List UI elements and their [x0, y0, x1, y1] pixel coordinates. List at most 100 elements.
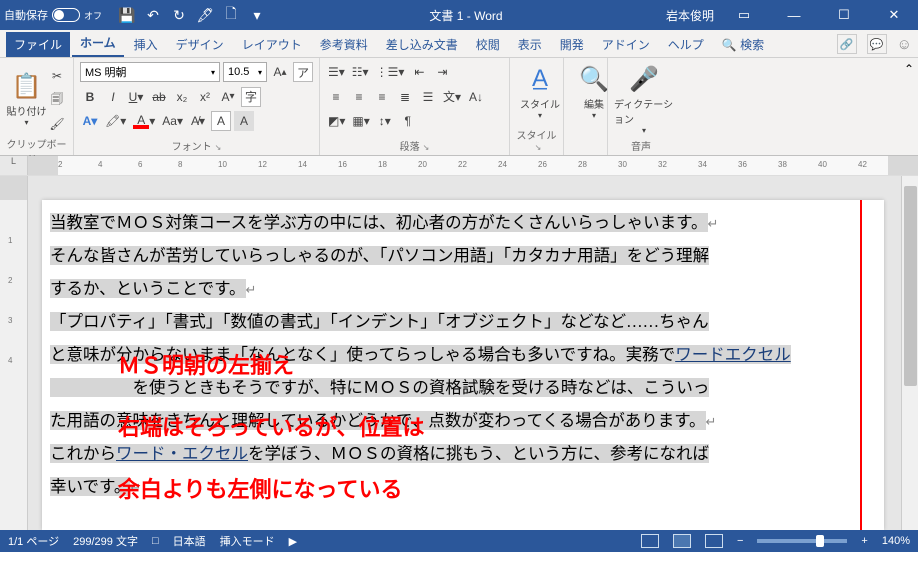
zoom-out-icon[interactable]: − — [737, 535, 743, 547]
tab-insert[interactable]: 挿入 — [126, 32, 166, 57]
align-left-icon[interactable]: ≡ — [326, 87, 346, 107]
dialog-launcher-icon[interactable]: ↘ — [215, 143, 222, 152]
justify-icon[interactable]: ≣ — [395, 87, 415, 107]
qat-icon-1[interactable]: 🖋 — [196, 6, 214, 24]
subscript-icon[interactable]: x₂ — [172, 87, 192, 107]
text-effects-icon[interactable]: A▾ — [80, 111, 100, 131]
tab-review[interactable]: 校閲 — [468, 32, 508, 57]
ruler-mark: 22 — [458, 160, 467, 169]
multilevel-icon[interactable]: ⋮☰▾ — [374, 62, 407, 82]
tab-file[interactable]: ファイル — [6, 32, 70, 57]
char-shading-icon[interactable]: A — [234, 111, 254, 131]
dialog-launcher-icon[interactable]: ↘ — [535, 143, 542, 152]
tab-home[interactable]: ホーム — [72, 30, 124, 57]
tab-help[interactable]: ヘルプ — [660, 32, 712, 57]
strikethrough-icon[interactable]: ab — [149, 87, 169, 107]
format-painter-icon[interactable]: 🖌 — [47, 114, 67, 134]
dialog-launcher-icon[interactable]: ↘ — [423, 143, 430, 152]
dictate-button[interactable]: 🎤 ディクテーション ▾ — [614, 62, 674, 135]
ruler-horizontal[interactable]: L 24681012141618202224262830323436384042 — [0, 156, 918, 176]
find-icon: 🔍 — [579, 62, 609, 96]
hyperlink[interactable]: ワードエクセル — [675, 345, 791, 364]
enclose-chars-icon[interactable]: 字 — [241, 87, 261, 107]
shading-icon[interactable]: ◩▾ — [326, 111, 347, 131]
language-indicator[interactable]: 日本語 — [173, 533, 206, 549]
zoom-slider[interactable] — [757, 539, 847, 543]
comments-icon[interactable]: 💬 — [867, 34, 887, 54]
scrollbar-thumb[interactable] — [904, 186, 917, 386]
styles-group-label: スタイル — [517, 131, 557, 142]
cut-icon[interactable]: ✂ — [47, 66, 67, 86]
increase-indent-icon[interactable]: ⇥ — [432, 62, 452, 82]
clear-format-icon[interactable]: A̸▾ — [188, 111, 208, 131]
phonetic-guide-icon[interactable]: ア — [293, 62, 313, 82]
font-name-combo[interactable]: MS 明朝▾ — [80, 62, 220, 82]
grow-font-icon[interactable]: A▴ — [270, 62, 290, 82]
underline-icon[interactable]: U▾ — [126, 87, 146, 107]
close-icon[interactable]: ✕ — [874, 1, 914, 29]
tab-search[interactable]: 🔍 検索 — [714, 32, 772, 57]
collapse-ribbon-icon[interactable]: ⌃ — [900, 58, 918, 155]
paste-button[interactable]: 📋 貼り付け ▾ — [6, 62, 47, 134]
tab-addins[interactable]: アドイン — [594, 32, 658, 57]
face-icon[interactable]: ☺ — [897, 36, 912, 53]
borders-icon[interactable]: ▦▾ — [350, 111, 371, 131]
tab-view[interactable]: 表示 — [510, 32, 550, 57]
qat-dropdown-icon[interactable]: ▾ — [248, 6, 266, 24]
read-mode-icon[interactable] — [641, 534, 659, 548]
share-icon[interactable]: 🔗 — [837, 34, 857, 54]
tab-layout[interactable]: レイアウト — [234, 32, 310, 57]
distributed-icon[interactable]: ☰ — [418, 87, 438, 107]
align-right-icon[interactable]: ≡ — [372, 87, 392, 107]
italic-icon[interactable]: I — [103, 87, 123, 107]
copy-icon[interactable]: 🗐 — [47, 90, 67, 110]
annotation-1: ＭＳ明朝の左揃え — [118, 348, 294, 380]
bold-icon[interactable]: B — [80, 87, 100, 107]
undo-icon[interactable]: ↶ — [144, 6, 162, 24]
minimize-icon[interactable]: — — [774, 1, 814, 29]
ribbon: 📋 貼り付け ▾ ✂ 🗐 🖌 クリップボード↘ MS 明朝▾ 10.5▾ A▴ … — [0, 58, 918, 156]
word-count[interactable]: 299/299 文字 — [73, 533, 138, 549]
print-layout-icon[interactable] — [673, 534, 691, 548]
zoom-level[interactable]: 140% — [882, 535, 910, 547]
decrease-indent-icon[interactable]: ⇤ — [409, 62, 429, 82]
bullets-icon[interactable]: ☰▾ — [326, 62, 347, 82]
char-border-icon[interactable]: A — [211, 111, 231, 131]
hyperlink[interactable]: ワード・エクセル — [116, 444, 248, 463]
qat-icon-2[interactable]: 🗋 — [222, 6, 240, 24]
ribbon-options-icon[interactable]: ▭ — [724, 1, 764, 29]
vertical-scrollbar[interactable] — [901, 176, 918, 530]
web-layout-icon[interactable] — [705, 534, 723, 548]
show-marks-icon[interactable]: ¶ — [398, 111, 418, 131]
asian-layout-icon[interactable]: 文▾ — [441, 87, 463, 107]
spellcheck-icon[interactable]: □ — [152, 535, 159, 547]
save-icon[interactable]: 💾 — [118, 6, 136, 24]
tab-references[interactable]: 参考資料 — [312, 32, 376, 57]
styles-button[interactable]: A̲ スタイル ▾ — [516, 62, 564, 120]
insert-mode[interactable]: 挿入モード — [220, 533, 275, 549]
ruler-vertical[interactable]: 1 2 3 4 — [0, 176, 28, 530]
sort-icon[interactable]: A↓ — [466, 87, 486, 107]
tab-developer[interactable]: 開発 — [552, 32, 592, 57]
align-center-icon[interactable]: ≡ — [349, 87, 369, 107]
font-size-combo[interactable]: 10.5▾ — [223, 62, 267, 82]
document-page[interactable]: 当教室でＭＯＳ対策コースを学ぶ方の中には、初心者の方がたくさんいらっしゃいます。… — [42, 200, 884, 530]
font-color-icon[interactable]: A▾ — [131, 111, 157, 131]
redo-icon[interactable]: ↻ — [170, 6, 188, 24]
zoom-in-icon[interactable]: + — [861, 535, 867, 547]
account-name[interactable]: 岩本俊明 — [666, 7, 714, 24]
highlight-icon[interactable]: 🖍▾ — [103, 111, 128, 131]
dictate-label: ディクテーション — [614, 96, 674, 126]
superscript-icon[interactable]: x² — [195, 87, 215, 107]
change-case-icon[interactable]: Aa▾ — [160, 111, 185, 131]
ruler-corner: L — [0, 156, 28, 175]
maximize-icon[interactable]: ☐ — [824, 1, 864, 29]
numbering-icon[interactable]: ☷▾ — [350, 62, 371, 82]
line-spacing-icon[interactable]: ↕▾ — [375, 111, 395, 131]
shrink-font-icon[interactable]: A▾ — [218, 87, 238, 107]
page-indicator[interactable]: 1/1 ページ — [8, 533, 59, 549]
macro-icon[interactable]: ▶ — [289, 535, 297, 548]
tab-design[interactable]: デザイン — [168, 32, 232, 57]
tab-mailings[interactable]: 差し込み文書 — [378, 32, 466, 57]
autosave-toggle[interactable]: 自動保存 オフ — [4, 7, 102, 23]
